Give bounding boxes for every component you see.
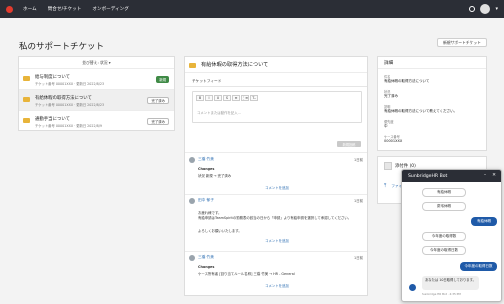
file-icon xyxy=(384,162,392,170)
top-navigation: ホーム 問合せ/チケット オンボーディング ▾ xyxy=(0,0,504,18)
clear-format-button[interactable]: Tₓ xyxy=(250,95,258,101)
ticket-title: 有給休暇の取得方法について xyxy=(35,96,92,101)
sort-filter[interactable]: 並び替え: 状況 ▾ xyxy=(19,57,174,69)
comment-line: よろしくお願いいたします。 xyxy=(198,229,242,233)
avatar xyxy=(189,255,195,261)
ticket-meta: チケット番号 00001XXX · 更新日 2022/8/23 xyxy=(35,82,105,86)
ticket-header: 有給休暇の取得方法について xyxy=(185,57,367,73)
tab-ticket-feed[interactable]: チケットフィード xyxy=(192,79,221,84)
nav-right: ▾ xyxy=(469,4,498,14)
page-title: 私のサポートチケット xyxy=(19,42,105,52)
comment-placeholder: コメントまたは動作を記入... xyxy=(197,111,241,115)
feed-comment: 田中 郁子 1日前 お疲れ様です。 有給申請はTeamSpiritの勤務表の該当… xyxy=(189,198,365,248)
divider xyxy=(185,152,367,153)
close-icon[interactable]: ✕ xyxy=(492,173,496,178)
avatar xyxy=(189,157,195,163)
ticket-title: 給与制度について xyxy=(35,75,70,80)
status-badge: 完了済み xyxy=(147,118,169,125)
add-comment-link[interactable]: コメントを追加 xyxy=(189,185,365,190)
bullet-list-button[interactable]: ≡ xyxy=(232,95,240,101)
italic-button[interactable]: I xyxy=(205,95,213,101)
chatbot-title: SunbridgeHR Bot xyxy=(408,173,448,179)
strikethrough-button[interactable]: S xyxy=(223,95,231,101)
folder-icon xyxy=(23,97,30,102)
nav-tickets[interactable]: 問合せ/チケット xyxy=(48,6,82,12)
comment-date: 1日前 xyxy=(354,158,363,162)
comment-line: Changes xyxy=(198,265,215,269)
chatbot-window: SunbridgeHR Bot – ✕ 有給休暇 慶弔休暇 有給休暇 今年度の取… xyxy=(401,169,502,302)
comment-line: お疲れ様です。 xyxy=(198,211,222,215)
ticket-detail-panel: 有給休暇の取得方法について チケットフィード B I U S ≡ ⋮≡ Tₓ コ… xyxy=(184,56,368,296)
bot-message: あなたは 10日取得しております。 xyxy=(422,276,479,290)
comment-author[interactable]: 三橋 竹美 xyxy=(198,255,214,260)
user-message: 今年度の取得日数 xyxy=(460,262,497,271)
field-value: 完了済み xyxy=(384,94,398,98)
chatbot-controls: – ✕ xyxy=(484,173,496,178)
details-title: 詳細 xyxy=(378,57,486,69)
nav-home[interactable]: ホーム xyxy=(23,6,37,12)
folder-icon xyxy=(23,118,30,123)
comment-line: ケース所有者 [割り当てルール名称] 三橋 竹美 → HR - General xyxy=(198,272,295,276)
comment-editor[interactable]: B I U S ≡ ⋮≡ Tₓ コメントまたは動作を記入... xyxy=(192,91,362,123)
ticket-meta: チケット番号 00001XXX · 更新日 2022/8/9 xyxy=(35,124,102,128)
comment-author[interactable]: 田中 郁子 xyxy=(198,198,214,203)
editor-toolbar: B I U S ≡ ⋮≡ Tₓ xyxy=(196,95,258,101)
option-button[interactable]: 今年度の取得数 xyxy=(422,232,466,241)
bot-avatar xyxy=(409,284,416,291)
divider xyxy=(185,86,367,87)
comment-line: 状況 新規 → 完了済み xyxy=(198,174,232,178)
company-logo[interactable] xyxy=(6,5,13,13)
option-button[interactable]: 今年度の取得日数 xyxy=(422,246,466,255)
user-message: 有給休暇 xyxy=(471,217,497,226)
comment-date: 1日前 xyxy=(354,199,363,203)
details-panel: 詳細 件名 有給休暇の取得方法について 状況 完了済み 説明 有給休暇の取得方法… xyxy=(377,56,487,151)
status-badge: 完了済み xyxy=(147,97,169,104)
minimize-icon[interactable]: – xyxy=(484,173,486,178)
feed-comment: 三橋 竹美 1日前 Changes ケース所有者 [割り当てルール名称] 三橋 … xyxy=(189,255,365,291)
underline-button[interactable]: U xyxy=(214,95,222,101)
search-icon[interactable] xyxy=(469,6,476,12)
post-button[interactable]: 新規投稿 xyxy=(337,141,361,147)
status-badge: 新規 xyxy=(156,76,169,83)
folder-icon xyxy=(23,76,30,81)
comment-line: Changes xyxy=(198,167,215,171)
ticket-item[interactable]: 給与制度について チケット番号 00001XXX · 更新日 2022/8/23… xyxy=(19,69,174,90)
add-comment-link[interactable]: コメントを追加 xyxy=(189,238,365,243)
field-value: 00001XXX xyxy=(384,139,403,143)
bold-button[interactable]: B xyxy=(196,95,204,101)
user-avatar[interactable] xyxy=(480,4,491,14)
add-comment-link[interactable]: コメントを追加 xyxy=(189,283,365,288)
new-ticket-button[interactable]: 新規サポートチケット xyxy=(437,38,487,47)
option-button[interactable]: 慶弔休暇 xyxy=(422,202,466,211)
message-timestamp: Sunbridge HR Bot · 4:35 PM xyxy=(422,292,461,296)
comment-line: 有給申請はTeamSpiritの勤務表の該当の日から「申請」より有給申請を選択し… xyxy=(198,216,352,220)
field-value: 有給休暇の取得方法について xyxy=(384,79,430,83)
ticket-detail-title: 有給休暇の取得方法について xyxy=(201,62,269,68)
avatar xyxy=(189,198,195,204)
feed-comment: 三橋 竹美 1日前 Changes 状況 新規 → 完了済み コメントを追加 xyxy=(189,157,365,191)
chevron-down-icon[interactable]: ▾ xyxy=(495,6,498,12)
comment-date: 1日前 xyxy=(354,256,363,260)
field-value: 有給休暇の取得方法について教えてください。 xyxy=(384,109,458,113)
comment-author[interactable]: 三橋 竹美 xyxy=(198,157,214,162)
field-value: 中 xyxy=(384,124,388,128)
option-button[interactable]: 有給休暇 xyxy=(422,188,466,197)
divider xyxy=(185,251,367,252)
ticket-list: 並び替え: 状況 ▾ 給与制度について チケット番号 00001XXX · 更新… xyxy=(18,56,175,131)
numbered-list-button[interactable]: ⋮≡ xyxy=(241,95,249,101)
nav-onboarding[interactable]: オンボーディング xyxy=(92,6,128,12)
upload-icon: ⤒ xyxy=(384,183,387,189)
divider xyxy=(185,194,367,195)
ticket-item[interactable]: 通勤手当について チケット番号 00001XXX · 更新日 2022/8/9 … xyxy=(19,111,174,132)
folder-icon xyxy=(189,63,196,68)
ticket-meta: チケット番号 00001XXX · 更新日 2022/8/23 xyxy=(35,103,105,107)
chatbot-header: SunbridgeHR Bot – ✕ xyxy=(402,170,501,182)
ticket-item-selected[interactable]: 有給休暇の取得方法について チケット番号 00001XXX · 更新日 2022… xyxy=(19,90,174,111)
ticket-title: 通勤手当について xyxy=(35,117,70,122)
